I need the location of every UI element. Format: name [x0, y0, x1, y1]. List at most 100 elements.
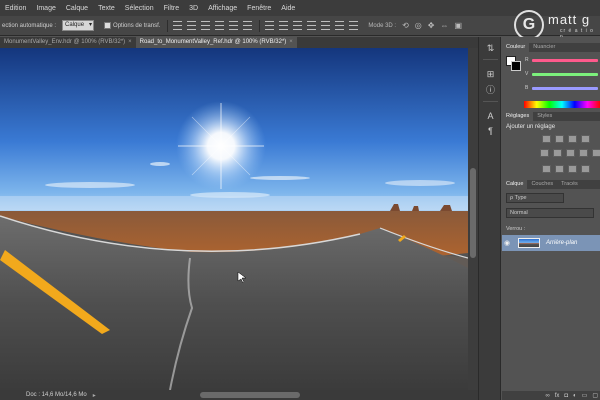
align-right-icon[interactable] [243, 21, 253, 30]
info-icon[interactable]: ⓘ [485, 85, 496, 96]
hue-saturation-icon[interactable] [553, 149, 562, 157]
menu-fenetre[interactable]: Fenêtre [242, 5, 276, 12]
layers-panel-footer: ∞ fx ◘ ◐ ▭ ▢ [502, 391, 600, 400]
distribute-right-icon[interactable] [335, 21, 345, 30]
posterize-icon[interactable] [555, 165, 564, 173]
scrollbar-thumb[interactable] [470, 168, 476, 258]
distribute-bottom-icon[interactable] [293, 21, 303, 30]
levels-icon[interactable] [555, 135, 564, 143]
vertical-scrollbar[interactable] [468, 48, 478, 390]
status-menu-arrow-icon[interactable]: ▸ [93, 392, 96, 399]
color-spectrum-bar[interactable] [524, 101, 600, 108]
close-icon[interactable]: × [289, 37, 293, 48]
distribute-hcenter-icon[interactable] [321, 21, 331, 30]
align-left-icon[interactable] [215, 21, 225, 30]
align-top-icon[interactable] [173, 21, 183, 30]
adjustment-icons-row-2 [540, 149, 600, 157]
color-balance-icon[interactable] [566, 149, 575, 157]
eye-icon[interactable]: ◉ [502, 239, 512, 247]
orbit-3d-icon[interactable]: ⟲ [402, 21, 409, 30]
distribute-left-icon[interactable] [307, 21, 317, 30]
auto-select-dropdown[interactable]: Calque [62, 20, 95, 31]
curves-icon[interactable] [568, 135, 577, 143]
strip-divider [483, 101, 498, 102]
distribute-top-icon[interactable] [265, 21, 275, 30]
exposure-icon[interactable] [581, 135, 590, 143]
character-icon[interactable]: A [485, 111, 496, 122]
status-bar: Doc : 14,6 Mo/14,6 Mo ▸ [0, 390, 478, 400]
document-tabs: MonumentValley_Env.hdr @ 100% (RVB/32*) … [0, 37, 478, 48]
layer-comps-icon[interactable]: ⊞ [485, 69, 496, 80]
new-adjustment-icon[interactable]: ◐ [573, 393, 577, 399]
brightness-icon[interactable] [542, 135, 551, 143]
slider-label-r: R [525, 57, 529, 63]
menu-aide[interactable]: Aide [276, 5, 300, 12]
gradient-map-icon[interactable] [581, 165, 590, 173]
menu-filtre[interactable]: Filtre [159, 5, 185, 12]
slide-3d-icon[interactable]: ⇔ [440, 21, 448, 30]
close-icon[interactable]: × [128, 37, 132, 48]
tab-couleur[interactable]: Couleur [502, 43, 530, 52]
new-layer-icon[interactable]: ▢ [592, 392, 598, 399]
menu-texte[interactable]: Texte [93, 5, 120, 12]
green-slider[interactable] [532, 73, 598, 76]
adjustment-icons-row-1 [542, 135, 594, 143]
layer-thumbnail [518, 238, 540, 248]
red-slider[interactable] [532, 59, 598, 62]
menu-calque[interactable]: Calque [61, 5, 93, 12]
menu-edition[interactable]: Edition [0, 5, 31, 12]
tab-reglages[interactable]: Réglages [502, 112, 534, 121]
horizontal-scrollbar-thumb[interactable] [200, 392, 300, 398]
menu-selection[interactable]: Sélection [120, 5, 159, 12]
adjustment-icons-row-3 [542, 165, 594, 173]
transform-controls-label: Options de transf. [113, 22, 161, 29]
toolbar-divider [259, 19, 261, 32]
menu-affichage[interactable]: Affichage [203, 5, 242, 12]
strip-divider [483, 59, 498, 60]
toolbar-divider [167, 19, 169, 32]
tab-traces[interactable]: Tracés [557, 180, 582, 189]
doc-tab-monumentvalley-env[interactable]: MonumentValley_Env.hdr @ 100% (RVB/32*) … [0, 37, 136, 48]
scale-3d-icon[interactable]: ▣ [454, 21, 462, 30]
tab-styles[interactable]: Styles [533, 112, 556, 121]
photo-filter-icon[interactable] [592, 149, 600, 157]
roll-3d-icon[interactable]: ◎ [415, 21, 422, 30]
new-group-icon[interactable]: ▭ [582, 392, 588, 399]
document-canvas[interactable] [0, 48, 468, 390]
menu-3d[interactable]: 3D [184, 5, 203, 12]
layer-style-icon[interactable]: fx [555, 393, 560, 399]
doc-tab-road-to-monumentvalley[interactable]: Road_to_MonumentValley_Ref.hdr @ 100% (R… [135, 37, 297, 48]
vibrance-icon[interactable] [540, 149, 549, 157]
invert-icon[interactable] [542, 165, 551, 173]
hdr-panorama-image [0, 48, 468, 390]
layer-name: Arrière-plan [546, 240, 578, 246]
cloud [250, 176, 310, 180]
align-vcenter-icon[interactable] [187, 21, 197, 30]
paragraph-icon[interactable]: ¶ [485, 126, 496, 137]
background-color-swatch[interactable] [511, 61, 521, 71]
tab-nuancier[interactable]: Nuancier [529, 43, 559, 52]
link-layers-icon[interactable]: ∞ [545, 393, 549, 399]
menu-image[interactable]: Image [31, 5, 60, 12]
align-hcenter-icon[interactable] [229, 21, 239, 30]
document-size-info[interactable]: Doc : 14,6 Mo/14,6 Mo [26, 392, 87, 398]
threshold-icon[interactable] [568, 165, 577, 173]
blue-slider[interactable] [532, 87, 598, 90]
layer-filter-dropdown[interactable]: ρ Type [506, 193, 564, 203]
pan-3d-icon[interactable]: ✥ [428, 21, 435, 30]
distribute-vcenter-icon[interactable] [279, 21, 289, 30]
layer-row-background[interactable]: ◉ Arrière-plan [502, 235, 600, 251]
black-white-icon[interactable] [579, 149, 588, 157]
blend-mode-dropdown[interactable]: Normal [506, 208, 594, 218]
history-icon[interactable]: ⇅ [485, 43, 496, 54]
transform-controls-checkbox[interactable] [104, 22, 112, 29]
adjust-panel-tabs: Réglages Styles [502, 112, 600, 121]
align-bottom-icon[interactable] [201, 21, 211, 30]
tab-calque[interactable]: Calque [502, 180, 528, 189]
add-mask-icon[interactable]: ◘ [564, 393, 568, 399]
cloud [385, 180, 455, 186]
watermark-logo: G [514, 10, 544, 40]
tab-couches[interactable]: Couches [527, 180, 557, 189]
mode-3d-label: Mode 3D : [368, 22, 397, 29]
auto-align-icon[interactable] [349, 21, 359, 30]
